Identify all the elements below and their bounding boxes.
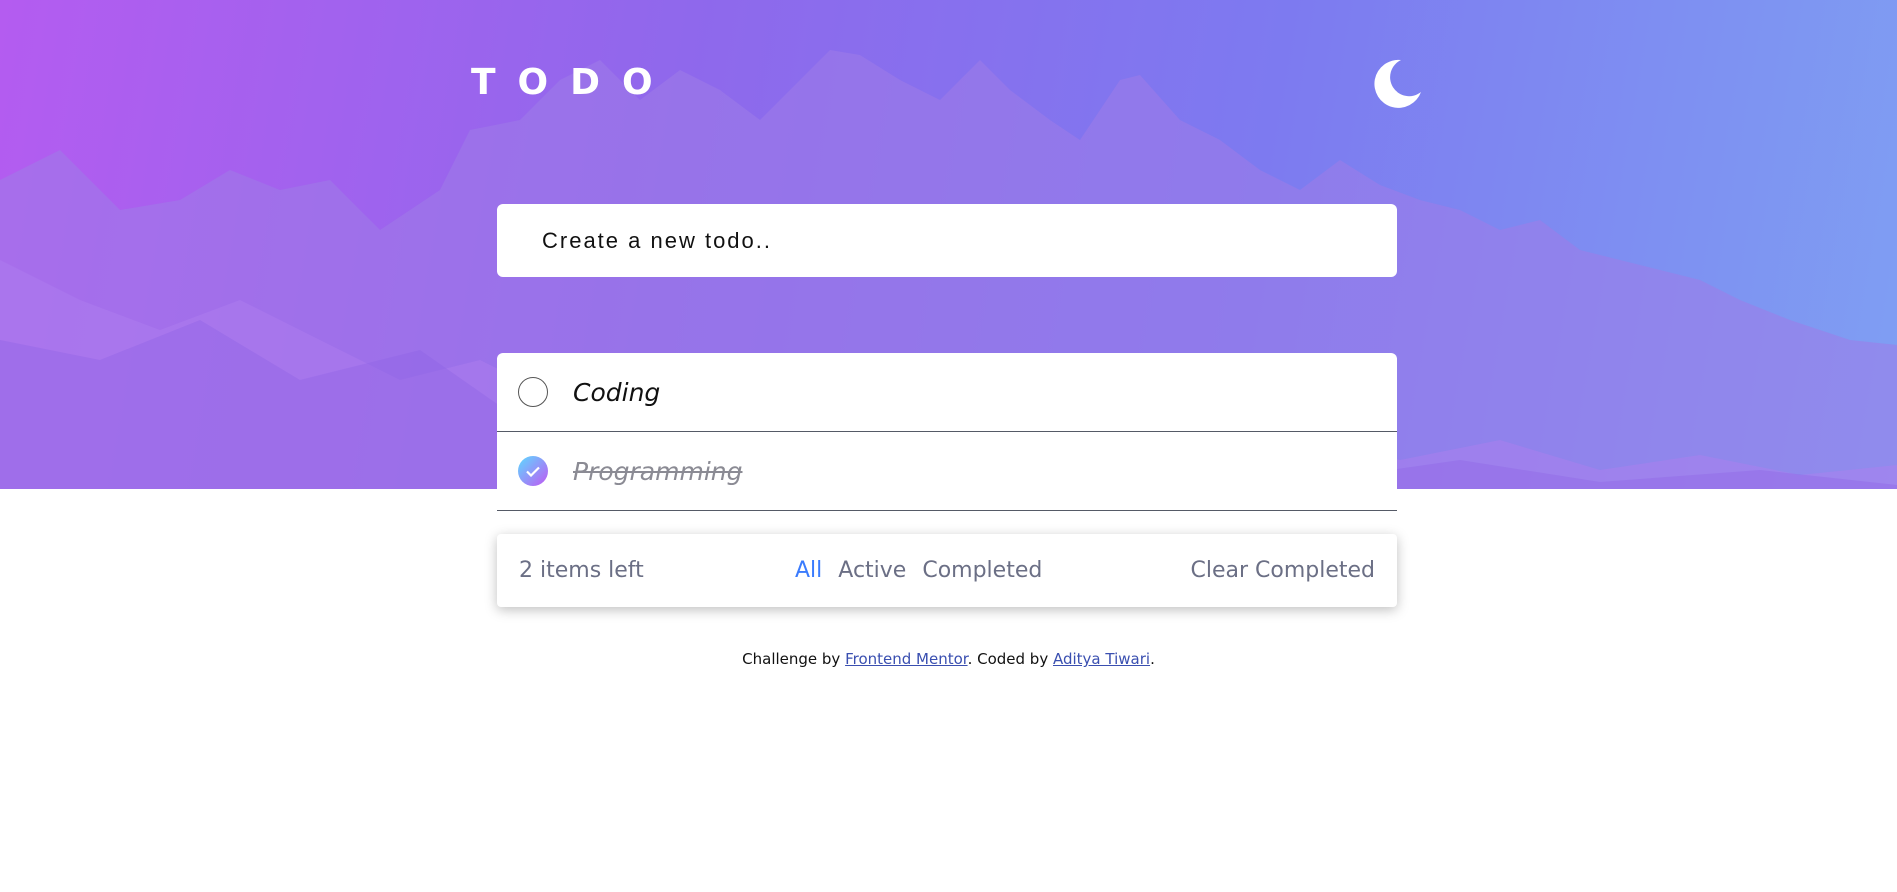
attribution-suffix: . bbox=[1150, 650, 1155, 668]
todo-item[interactable]: Coding bbox=[497, 353, 1397, 432]
attribution-middle: . Coded by bbox=[967, 650, 1053, 668]
todo-footer: 2 items left All Active Completed Clear … bbox=[497, 534, 1397, 607]
todo-text: Programming bbox=[573, 456, 743, 486]
filter-completed[interactable]: Completed bbox=[922, 558, 1042, 583]
moon-icon[interactable] bbox=[1371, 58, 1423, 110]
attribution-prefix: Challenge by bbox=[742, 650, 846, 668]
clear-completed-button[interactable]: Clear Completed bbox=[1190, 558, 1375, 583]
filter-active[interactable]: Active bbox=[838, 558, 906, 583]
check-circle-icon[interactable] bbox=[518, 377, 548, 407]
attribution: Challenge by Frontend Mentor. Coded by A… bbox=[0, 650, 1897, 668]
todo-item[interactable]: Programming bbox=[497, 432, 1397, 511]
todo-text: Coding bbox=[573, 377, 661, 407]
new-todo-input[interactable] bbox=[497, 227, 1397, 254]
items-left-count: 2 items left bbox=[519, 558, 644, 583]
filter-all[interactable]: All bbox=[795, 558, 822, 583]
author-link[interactable]: Aditya Tiwari bbox=[1053, 650, 1150, 668]
todo-list: Coding Programming bbox=[497, 353, 1397, 511]
checkmark-icon[interactable] bbox=[518, 456, 548, 486]
header: TODO bbox=[471, 58, 1423, 118]
app-title: TODO bbox=[471, 62, 675, 103]
new-todo-field bbox=[497, 204, 1397, 277]
frontend-mentor-link[interactable]: Frontend Mentor bbox=[845, 650, 968, 668]
filter-group: All Active Completed bbox=[795, 558, 1042, 583]
